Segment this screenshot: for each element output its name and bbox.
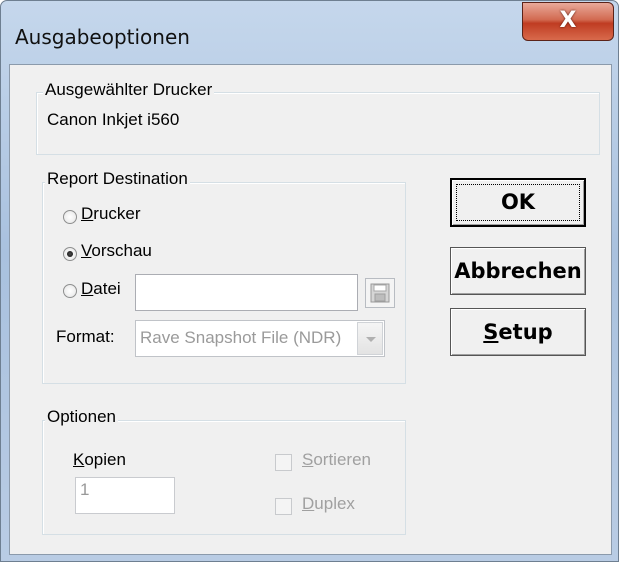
radio-datei[interactable] bbox=[63, 284, 77, 298]
cancel-button[interactable]: Abbrechen bbox=[450, 247, 586, 295]
save-file-button[interactable] bbox=[365, 278, 395, 308]
format-label: Format: bbox=[56, 327, 115, 346]
cancel-button-label: Abbrechen bbox=[454, 259, 582, 283]
radio-vorschau-label[interactable]: Vorschau bbox=[81, 241, 152, 261]
format-dropdown-button[interactable] bbox=[357, 322, 383, 355]
ok-button[interactable]: OK bbox=[450, 178, 586, 227]
radio-drucker-label[interactable]: Drucker bbox=[81, 204, 141, 224]
sort-checkbox[interactable] bbox=[275, 454, 292, 471]
ok-button-focus-ring bbox=[456, 184, 580, 221]
destination-group-legend: Report Destination bbox=[45, 169, 190, 189]
file-path-input[interactable] bbox=[135, 274, 358, 311]
format-combo[interactable]: Rave Snapshot File (NDR) bbox=[135, 320, 385, 357]
options-group-legend: Optionen bbox=[45, 407, 118, 427]
copies-input[interactable]: 1 bbox=[75, 477, 175, 514]
copies-label: Kopien bbox=[73, 450, 126, 469]
duplex-checkbox-label[interactable]: Duplex bbox=[302, 494, 355, 514]
setup-button-label: etup bbox=[498, 320, 553, 344]
close-icon: X bbox=[559, 8, 577, 33]
sort-checkbox-label[interactable]: Sortieren bbox=[302, 450, 371, 470]
radio-drucker-label-rest: rucker bbox=[93, 204, 141, 223]
chevron-down-icon bbox=[366, 337, 376, 342]
radio-selected-dot bbox=[67, 251, 73, 257]
radio-datei-label[interactable]: Datei bbox=[81, 279, 121, 299]
setup-button[interactable]: Setup bbox=[450, 308, 586, 356]
close-button[interactable]: X bbox=[522, 2, 614, 41]
printer-name: Canon Inkjet i560 bbox=[47, 110, 180, 129]
radio-vorschau[interactable] bbox=[63, 247, 77, 261]
window-title: Ausgabeoptionen bbox=[15, 25, 190, 49]
floppy-disk-icon bbox=[370, 283, 390, 303]
dialog-client-area: Ausgewählter Drucker Canon Inkjet i560 R… bbox=[9, 64, 612, 555]
duplex-checkbox[interactable] bbox=[275, 498, 292, 515]
dialog-window: Ausgabeoptionen X Ausgewählter Drucker C… bbox=[0, 0, 619, 562]
format-combo-value: Rave Snapshot File (NDR) bbox=[140, 328, 342, 347]
printer-group-legend: Ausgewählter Drucker bbox=[43, 80, 215, 100]
radio-drucker[interactable] bbox=[63, 210, 77, 224]
setup-button-mnemonic: S bbox=[483, 320, 499, 344]
